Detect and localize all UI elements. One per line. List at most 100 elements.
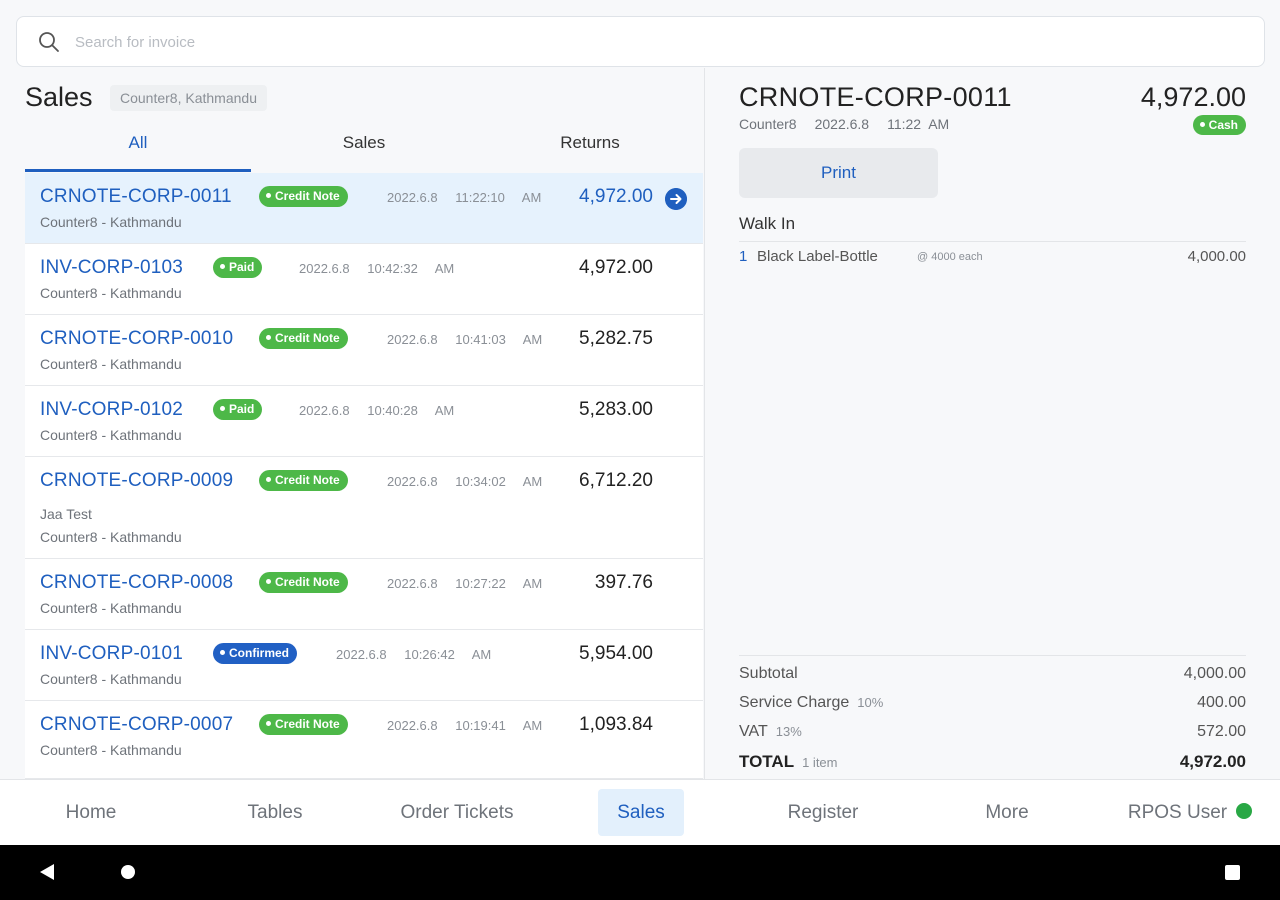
item-amount: 4,000.00: [1187, 248, 1246, 265]
invoice-location: Counter8 - Kathmandu: [40, 356, 182, 372]
invoice-date: 2022.6.8: [299, 261, 350, 276]
detail-total: 4,972.00: [1140, 82, 1246, 112]
service-charge-percent: 10%: [857, 695, 884, 710]
status-badge: Paid: [213, 257, 263, 278]
invoice-date: 2022.6.8: [299, 403, 350, 418]
line-item: 1 Black Label-Bottle @ 4000 each 4,000.0…: [739, 248, 1246, 270]
table-row[interactable]: CRNOTE-CORP-0007 Credit Note 2022.6.8 10…: [25, 701, 703, 779]
table-row[interactable]: CRNOTE-CORP-0008 Credit Note 2022.6.8 10…: [25, 559, 703, 630]
nav-sales[interactable]: Sales: [598, 789, 684, 836]
invoice-date: 2022.6.8: [387, 190, 438, 205]
nav-home[interactable]: Home: [38, 789, 144, 836]
invoice-date: 2022.6.8: [387, 576, 438, 591]
recent-apps-icon[interactable]: [1225, 865, 1240, 880]
invoice-time: 10:41:03 AM: [455, 332, 543, 347]
search-icon: [39, 32, 59, 52]
back-icon[interactable]: [40, 864, 54, 880]
invoice-date: 2022.6.8: [336, 647, 387, 662]
tab-returns[interactable]: Returns: [477, 124, 703, 172]
invoice-customer-note: Jaa Test: [40, 506, 92, 522]
invoice-time: 10:34:02 AM: [455, 474, 543, 489]
invoice-time: 11:22:10 AM: [455, 190, 542, 205]
tab-sales[interactable]: Sales: [251, 124, 477, 172]
total-label-group: TOTAL 1 item: [739, 752, 838, 772]
invoice-location: Counter8 - Kathmandu: [40, 214, 182, 230]
status-badge: Credit Note: [259, 572, 348, 593]
nav-order-tickets[interactable]: Order Tickets: [390, 789, 524, 836]
invoice-datetime: 2022.6.8 10:41:03 AM: [387, 332, 542, 347]
invoice-location: Counter8 - Kathmandu: [40, 742, 182, 758]
divider: [739, 655, 1246, 656]
invoice-amount: 1,093.84: [579, 714, 653, 735]
invoice-number: INV-CORP-0103: [40, 257, 184, 278]
status-badge: Credit Note: [259, 714, 348, 735]
invoice-amount: 5,282.75: [579, 328, 653, 349]
invoice-time: 10:27:22 AM: [455, 576, 543, 591]
subtotal-label: Subtotal: [739, 665, 798, 682]
filter-tabs: All Sales Returns: [25, 124, 703, 172]
invoice-amount: 4,972.00: [579, 186, 653, 207]
status-badge: Credit Note: [259, 186, 348, 207]
invoice-amount: 5,283.00: [579, 399, 653, 420]
invoice-date: 2022.6.8: [387, 718, 438, 733]
invoice-datetime: 2022.6.8 10:19:41 AM: [387, 718, 542, 733]
nav-more[interactable]: More: [962, 789, 1052, 836]
user-name: RPOS User: [1127, 802, 1228, 823]
nav-tables[interactable]: Tables: [222, 789, 328, 836]
invoice-list: CRNOTE-CORP-0011 Credit Note 2022.6.8 11…: [25, 173, 703, 779]
invoice-time: 10:26:42 AM: [404, 647, 492, 662]
subtotal-row: Subtotal 4,000.00: [739, 665, 1246, 687]
search-bar[interactable]: [16, 16, 1265, 67]
detail-time: 11:22 AM: [887, 116, 950, 132]
total-row: TOTAL 1 item 4,972.00: [739, 752, 1246, 774]
invoice-number: CRNOTE-CORP-0007: [40, 714, 234, 735]
status-badge: Paid: [213, 399, 263, 420]
location-chip: Counter8, Kathmandu: [110, 85, 267, 111]
table-row[interactable]: CRNOTE-CORP-0009 Credit Note 2022.6.8 10…: [25, 457, 703, 559]
grand-total-value: 4,972.00: [1179, 752, 1246, 771]
invoice-number: CRNOTE-CORP-0010: [40, 328, 234, 349]
bottom-nav: Home Tables Order Tickets Sales Register…: [0, 779, 1280, 845]
arrow-right-circle-icon[interactable]: [665, 188, 687, 210]
customer-name: Walk In: [739, 214, 796, 233]
home-icon[interactable]: [121, 865, 135, 879]
invoice-datetime: 2022.6.8 10:40:28 AM: [299, 403, 454, 418]
vat-label: VAT: [739, 723, 768, 740]
payment-badge: Cash: [1192, 115, 1246, 135]
table-row[interactable]: INV-CORP-0102 Paid 2022.6.8 10:40:28 AM …: [25, 386, 703, 457]
invoice-location: Counter8 - Kathmandu: [40, 285, 182, 301]
search-input[interactable]: [75, 27, 1175, 57]
item-unit-price: @ 4000 each: [917, 251, 983, 263]
nav-user[interactable]: RPOS User: [1120, 789, 1260, 836]
vat-value: 572.00: [1197, 723, 1246, 740]
nav-register[interactable]: Register: [772, 789, 874, 836]
table-row[interactable]: CRNOTE-CORP-0010 Credit Note 2022.6.8 10…: [25, 315, 703, 386]
table-row[interactable]: INV-CORP-0103 Paid 2022.6.8 10:42:32 AM …: [25, 244, 703, 315]
table-row[interactable]: INV-CORP-0101 Confirmed 2022.6.8 10:26:4…: [25, 630, 703, 701]
invoice-amount: 4,972.00: [579, 257, 653, 278]
status-badge: Confirmed: [213, 643, 297, 664]
invoice-location: Counter8 - Kathmandu: [40, 671, 182, 687]
invoice-location: Counter8 - Kathmandu: [40, 529, 182, 545]
service-charge-row: Service Charge 10% 400.00: [739, 694, 1246, 716]
invoice-amount: 6,712.20: [579, 470, 653, 491]
divider: [739, 241, 1246, 242]
print-button[interactable]: Print: [739, 148, 938, 198]
total-label: TOTAL: [739, 752, 795, 771]
detail-meta: Counter8 2022.6.8 11:22 AM: [739, 116, 949, 132]
invoice-number: INV-CORP-0102: [40, 399, 184, 420]
vat-row: VAT 13% 572.00: [739, 723, 1246, 745]
invoice-location: Counter8 - Kathmandu: [40, 600, 182, 616]
sales-list-pane: Sales Counter8, Kathmandu All Sales Retu…: [0, 68, 704, 779]
tab-all[interactable]: All: [25, 124, 251, 172]
item-name: Black Label-Bottle: [757, 248, 878, 265]
invoice-number: CRNOTE-CORP-0009: [40, 470, 234, 491]
table-row[interactable]: CRNOTE-CORP-0011 Credit Note 2022.6.8 11…: [25, 173, 703, 244]
page-title: Sales: [25, 82, 93, 112]
detail-invoice-number: CRNOTE-CORP-0011: [739, 82, 1012, 112]
item-quantity: 1: [739, 248, 748, 265]
system-nav-bar: [0, 845, 1280, 900]
service-charge-label: Service Charge: [739, 694, 850, 711]
invoice-amount: 5,954.00: [579, 643, 653, 664]
detail-date: 2022.6.8: [814, 116, 870, 132]
